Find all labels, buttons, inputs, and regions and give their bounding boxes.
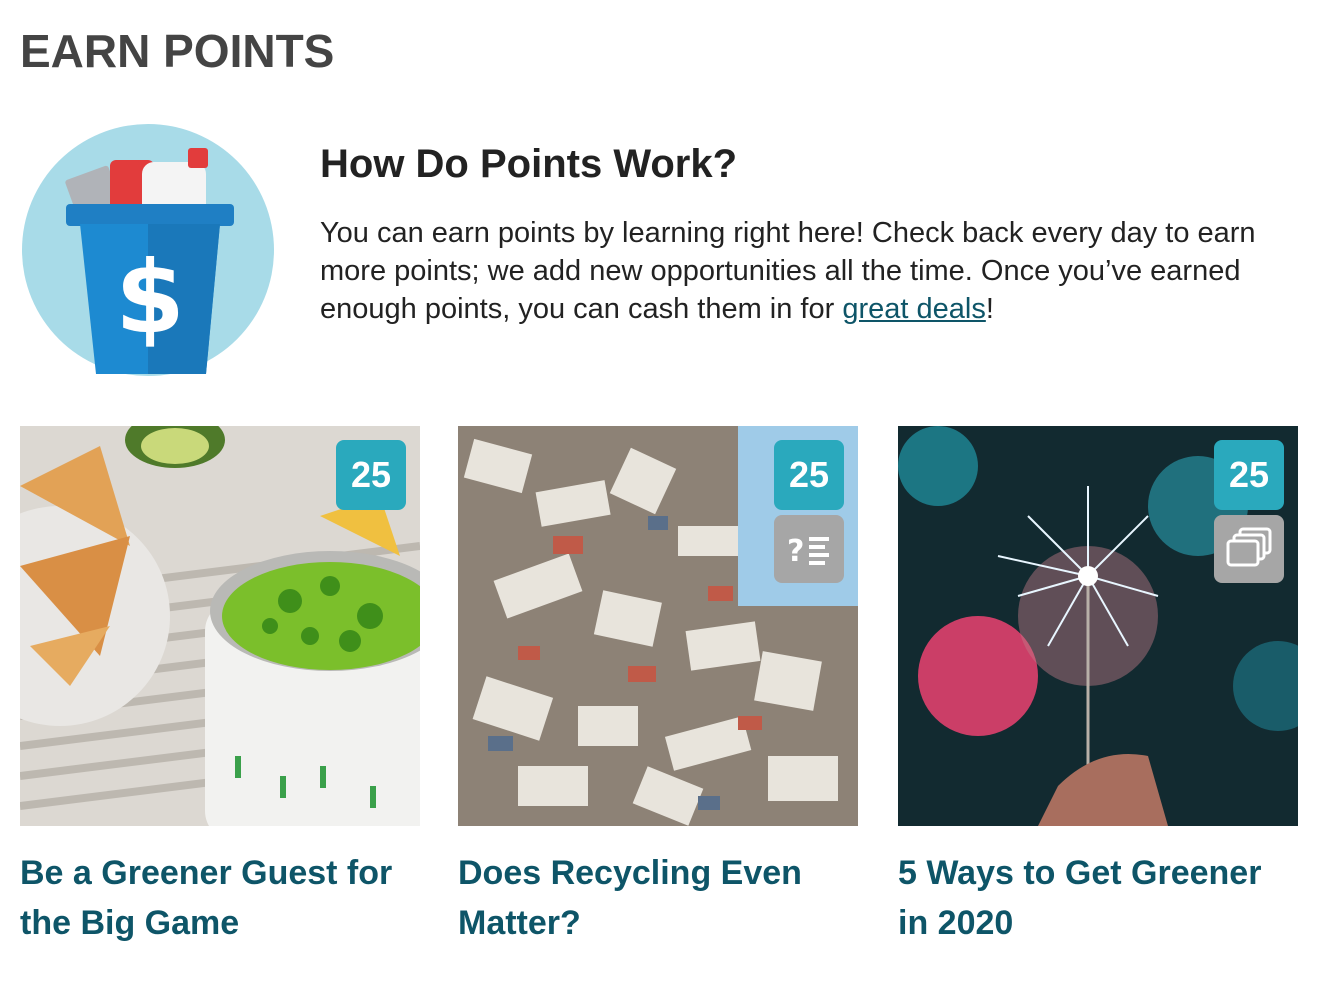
card-title[interactable]: 5 Ways to Get Greener in 2020	[898, 848, 1298, 948]
quiz-icon: ?	[774, 515, 844, 583]
slideshow-icon	[1214, 515, 1284, 583]
card-image[interactable]: 25	[20, 426, 420, 826]
article-card-recycling[interactable]: 25 ? Does Recycling Even Matter?	[458, 426, 858, 948]
great-deals-link[interactable]: great deals	[842, 293, 986, 325]
points-badge: 25	[336, 440, 406, 510]
intro-description: You can earn points by learning right he…	[320, 217, 1256, 325]
page-title: EARN POINTS	[20, 25, 335, 77]
svg-text:$: $	[115, 239, 185, 356]
card-image[interactable]: 25 ?	[458, 426, 858, 826]
intro-heading: How Do Points Work?	[320, 142, 738, 186]
svg-text:?: ?	[787, 534, 804, 569]
points-badge: 25	[1214, 440, 1284, 510]
card-title[interactable]: Be a Greener Guest for the Big Game	[20, 848, 420, 948]
card-image[interactable]: 25	[898, 426, 1298, 826]
article-card-greener-2020[interactable]: 25 5 Ways to Get Greener in 2020	[898, 426, 1298, 948]
points-badge: 25	[774, 440, 844, 510]
article-card-greener-guest[interactable]: 25 Be a Greener Guest for the Big Game	[20, 426, 420, 948]
card-title[interactable]: Does Recycling Even Matter?	[458, 848, 858, 948]
recycling-bin-dollar-icon: $	[22, 124, 274, 376]
